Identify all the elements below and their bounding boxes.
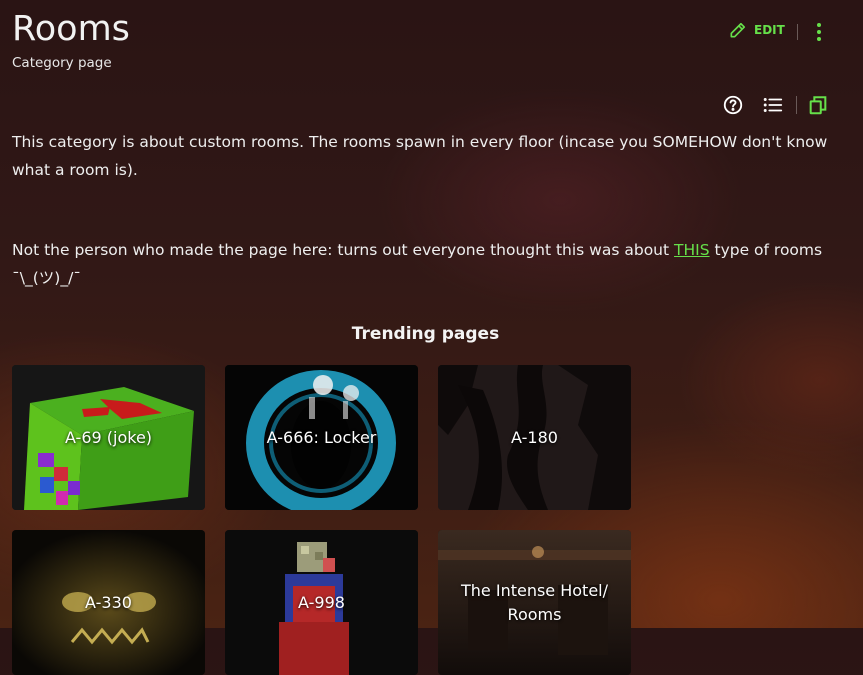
help-circle-icon[interactable] [722,94,744,116]
card-title: A-330 [85,592,132,612]
toolbar-divider-2 [796,96,797,114]
card-title: A-69 (joke) [64,427,153,447]
trending-card-a180[interactable]: A-180 [438,365,631,510]
trending-card-a330[interactable]: A-330 [12,530,205,675]
card-title: A-180 [511,427,558,447]
page-title: Rooms [12,9,130,49]
category-description: This category is about custom rooms. The… [12,133,828,179]
edit-label: EDIT [754,23,785,37]
more-options-button[interactable] [810,20,828,44]
card-title: A-666: Locker [266,427,377,447]
category-note: Not the person who made the page here: t… [12,241,823,259]
trending-card-a666-locker[interactable]: A-666: Locker [225,365,418,510]
page-subtitle: Category page [12,55,112,71]
trending-card-a69[interactable]: A-69 (joke) [12,365,205,510]
this-link[interactable]: THIS [674,241,710,259]
shrug-text: ¯\_(ツ)_/¯ [12,269,82,287]
list-icon[interactable] [762,94,784,116]
card-title: The Intense Hotel/ Rooms [461,580,608,624]
more-vertical-icon [817,23,821,27]
trending-card-intense-hotel-rooms[interactable]: The Intense Hotel/ Rooms [438,530,631,675]
pencil-icon [730,22,746,38]
toolbar-divider [797,24,798,40]
copy-icon[interactable] [807,94,829,116]
trending-card-a998[interactable]: A-998 [225,530,418,675]
card-title: A-998 [298,592,345,612]
trending-pages-heading: Trending pages [351,324,500,344]
edit-button[interactable]: EDIT [728,20,785,40]
